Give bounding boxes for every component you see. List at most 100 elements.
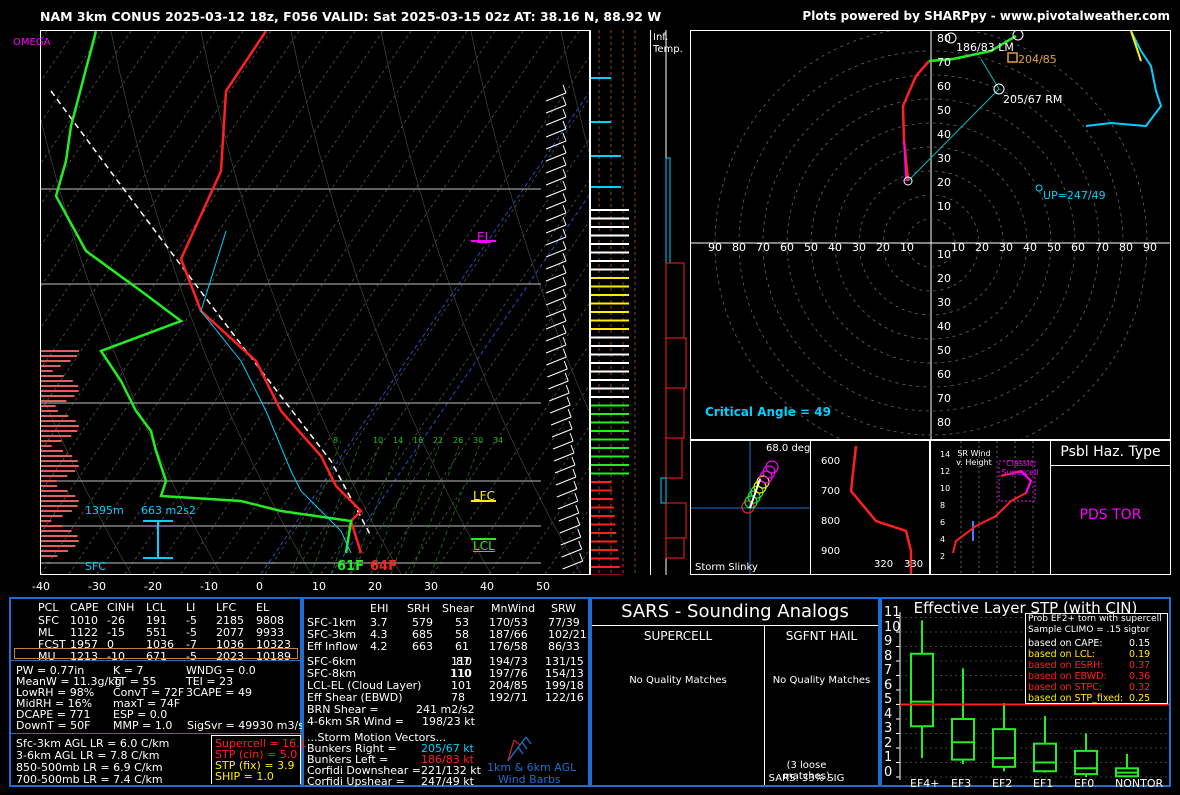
barb-legend-icon: [507, 736, 532, 762]
kin-cell: 4.2: [370, 640, 388, 653]
stp-ytick-0: 11: [884, 605, 901, 620]
kin-header-4: SRW: [551, 602, 577, 615]
theta-strip-bars: [591, 30, 636, 585]
psbl-haz-value: PDS TOR: [1079, 507, 1142, 523]
stp-legend-title-2: Sample CLIMO = .15 sigtor: [1028, 625, 1150, 635]
hodo-ring-label-upper-1: 20: [937, 176, 951, 189]
stp-ytick-7: 4: [884, 706, 893, 722]
parcel-header-lcl: LCL: [146, 601, 166, 614]
wind-barb-flag: [562, 132, 567, 142]
wind-barb-flag: [568, 420, 573, 430]
hodo-ring-label-upper-2: 30: [937, 152, 951, 165]
sars-supercell-header: SUPERCELL: [643, 629, 713, 643]
wind-barb-flag: [562, 204, 567, 214]
mixing-ratio-label-2: 14: [393, 436, 404, 445]
wind-barb: [546, 356, 567, 366]
sars-sig: SARS: 33% SIG: [768, 773, 845, 784]
stp-category-2: EF2: [992, 777, 1013, 790]
parcel-selected-row: [14, 648, 298, 659]
srwind-value: 198/23 kt: [422, 715, 475, 728]
wind-barb: [548, 380, 569, 390]
sars-title: SARS - Sounding Analogs: [621, 601, 849, 622]
temp-tick-8: 40: [480, 580, 494, 593]
hodo-trace-cyan: [1085, 30, 1163, 128]
temp-tick-1: -30: [88, 580, 106, 593]
wind-barb-flag: [563, 360, 568, 370]
stp-category-1: EF3: [951, 777, 972, 790]
stp-box: [992, 728, 1016, 768]
isotherm-line: [0, 30, 160, 266]
temp-tick-3: -10: [200, 580, 218, 593]
wind-barb-flag: [562, 276, 567, 286]
isotherm-line: [0, 30, 216, 348]
stp-ytick-11: 0: [884, 764, 893, 780]
stp-category-3: EF1: [1033, 777, 1054, 790]
hodo-ring-label-lower-0: 10: [937, 248, 951, 261]
temp-tick-2: -20: [144, 580, 162, 593]
mixing-line: [310, 440, 362, 575]
sars-hail-header: SGFNT HAIL: [785, 629, 858, 643]
wind-barb-flag: [571, 456, 576, 466]
wind-barb: [549, 392, 570, 402]
wind-barb-flag: [562, 156, 567, 166]
kin-cell: 192/71: [489, 691, 528, 704]
stp-box: [910, 652, 934, 728]
el-label: EL: [477, 230, 492, 244]
wind-barb: [551, 428, 573, 438]
wind-barb: [557, 500, 579, 510]
srwind-label: 4-6km SR Wind =: [307, 715, 405, 728]
wind-barb: [549, 404, 571, 414]
wind-barb-flag: [562, 336, 567, 346]
wind-barb-flag: [569, 432, 574, 442]
hodo-axis-label-11: 30: [999, 241, 1013, 254]
hodo-trace-red: [901, 60, 930, 182]
hodo-axis-label-5: 40: [828, 241, 842, 254]
skewt-mixing-lines: [290, 440, 482, 575]
hodo-ring-label-upper-3: 40: [937, 128, 951, 141]
theta-strip: [590, 30, 650, 585]
hodo-rm: 205/67 RM: [1003, 93, 1063, 106]
hodo-upshear: UP=247/49: [1043, 189, 1106, 202]
isotherm-line: [0, 30, 132, 224]
srw-tick-4: 6: [940, 518, 946, 527]
wind-barb: [547, 368, 568, 378]
hodo-ring-label-upper-7: 80: [937, 32, 951, 45]
hodo-axis-label-8: 10: [900, 241, 914, 254]
isotherm-line: [488, 30, 860, 575]
theta-e-tick-3: 900: [821, 546, 841, 557]
header-title: NAM 3km CONUS 2025-03-12 18z, F056 VALID…: [40, 9, 662, 24]
hodo-axis-label-2: 70: [756, 241, 770, 254]
hodo-axis-label-12: 40: [1023, 241, 1037, 254]
stp-legend-value-3: 0.36: [1129, 671, 1151, 682]
hodo-ring-label-lower-6: 70: [937, 392, 951, 405]
psbl-haz-divider: [1051, 465, 1170, 466]
wind-barb-flag: [562, 348, 567, 358]
hodo-ring-label-upper-4: 50: [937, 104, 951, 117]
stp-legend-title-1: Prob EF2+ torn with supercell: [1028, 614, 1162, 624]
stp-legend-label-2: based on ESRH:: [1028, 660, 1104, 671]
sfc-dew: 61F: [337, 559, 364, 574]
dry-adiabat: [0, 284, 132, 575]
stp-ytick-8: 3: [884, 721, 893, 736]
kin-header-3: MnWind: [491, 602, 536, 615]
thermo-divider-2: [11, 733, 300, 734]
mixing-ratio-label-1: 10: [373, 436, 384, 445]
parcel-header-cinh: CINH: [107, 601, 135, 614]
isotherm-line: [40, 30, 412, 575]
isotherm-line: [208, 30, 580, 575]
hodo-ring-label-upper-0: 10: [937, 200, 951, 213]
wind-barb-flag: [562, 312, 567, 322]
wind-barb: [552, 440, 574, 450]
hodo-bunkers-mean: 204/85: [1018, 53, 1057, 66]
mixing-ratio-label-5: 26: [453, 436, 464, 445]
parcel-header-lfc: LFC: [216, 601, 237, 614]
storm-slinky-panel: [690, 440, 811, 575]
wind-barb-flag: [562, 192, 567, 202]
kin-cell: 78: [451, 691, 465, 704]
temp-tick-6: 20: [368, 580, 382, 593]
inftemp-bar: [665, 502, 687, 539]
inftemp-bar: [665, 157, 671, 264]
mixing-ratio-label-0: 8: [333, 436, 339, 445]
hodo-ring-label-lower-3: 40: [937, 320, 951, 333]
stp-ytick-2: 9: [884, 634, 893, 649]
